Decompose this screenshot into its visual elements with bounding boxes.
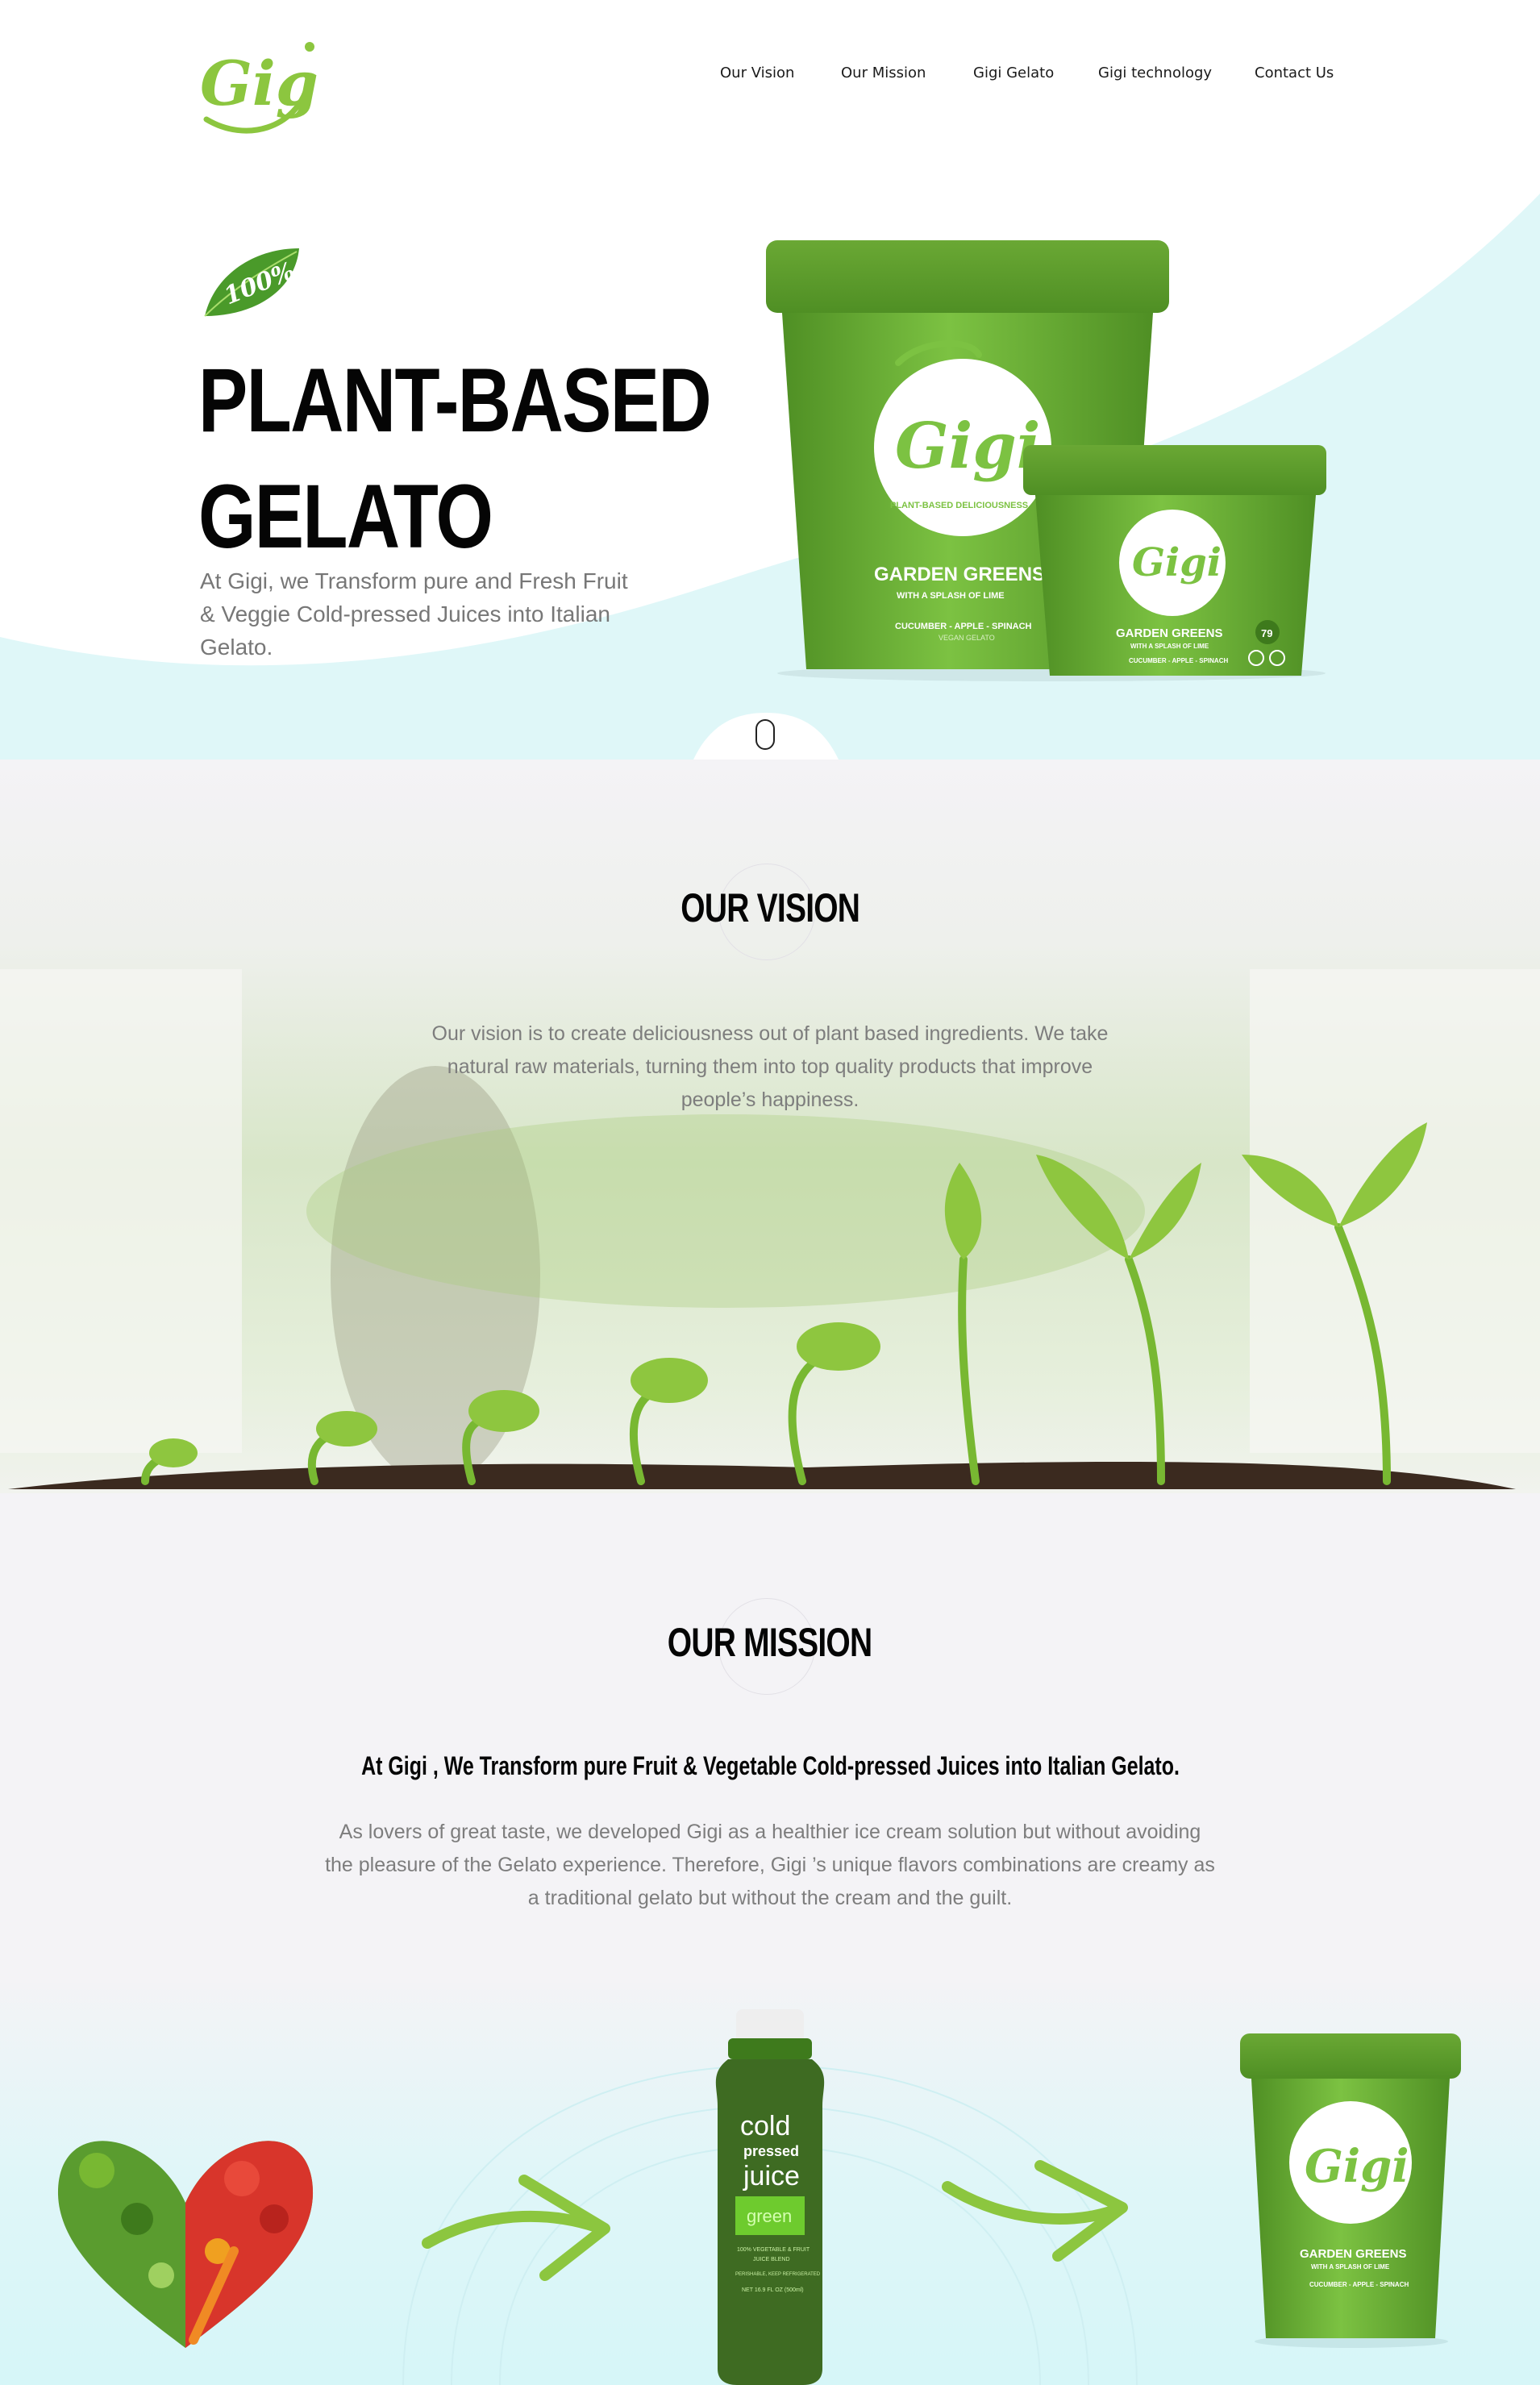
hero-title-line-2: GELATO — [198, 466, 493, 567]
hero-section: Gigi Our Vision Our Mission Gigi Gelato … — [0, 0, 1540, 760]
svg-text:CUCUMBER - APPLE - SPINACH: CUCUMBER - APPLE - SPINACH — [1129, 657, 1228, 664]
garden-greens-gelato-cup-image: Gigi GARDEN GREENS WITH A SPLASH OF LIME… — [1240, 2033, 1461, 2348]
nav-item-our-vision[interactable]: Our Vision — [720, 65, 794, 81]
hero-subtitle: At Gigi, we Transform pure and Fresh Fru… — [200, 568, 628, 660]
big-tub-lid — [766, 240, 1169, 313]
right-arrow-icon — [422, 2175, 610, 2281]
svg-text:100% VEGETABLE & FRUIT: 100% VEGETABLE & FRUIT — [737, 2247, 810, 2253]
svg-text:green: green — [747, 2206, 792, 2226]
hero-gelato-tubs-image: Gigi PLANT-BASED DELICIOUSNESS GARDEN GR… — [766, 240, 1326, 681]
hero-title-line-1: PLANT-BASED — [198, 350, 712, 451]
cold-pressed-juice-bottle-image: cold pressed juice green 100% VEGETABLE … — [715, 2009, 825, 2385]
leaf-100-badge-icon: 100% — [204, 248, 299, 317]
svg-text:WITH A SPLASH OF LIME: WITH A SPLASH OF LIME — [1311, 2263, 1390, 2271]
svg-text:Gigi: Gigi — [1305, 2140, 1409, 2193]
mission-title: OUR MISSION — [668, 1620, 872, 1665]
vision-title: OUR VISION — [681, 885, 860, 930]
svg-text:cold: cold — [740, 2111, 790, 2142]
hero-title: PLANT-BASED GELATO — [198, 343, 712, 575]
nav-item-our-mission[interactable]: Our Mission — [841, 65, 926, 81]
main-nav: Our Vision Our Mission Gigi Gelato Gigi … — [0, 65, 1540, 89]
juice-to-gelato-process-illustration: cold pressed juice green 100% VEGETABLE … — [57, 2009, 1461, 2385]
mission-section: OUR MISSION At Gigi , We Transform pure … — [0, 1493, 1540, 2385]
svg-text:CUCUMBER - APPLE - SPINACH: CUCUMBER - APPLE - SPINACH — [895, 622, 1032, 631]
svg-text:JUICE BLEND: JUICE BLEND — [753, 2257, 790, 2262]
vision-text: Our vision is to create deliciousness ou… — [431, 1022, 1109, 1111]
svg-text:GARDEN GREENS: GARDEN GREENS — [874, 564, 1045, 585]
svg-text:CUCUMBER - APPLE - SPINACH: CUCUMBER - APPLE - SPINACH — [1309, 2281, 1409, 2288]
svg-text:Gigi: Gigi — [1132, 540, 1222, 585]
svg-text:PERISHABLE, KEEP REFRIGERATED: PERISHABLE, KEEP REFRIGERATED — [735, 2272, 821, 2277]
svg-text:GARDEN GREENS: GARDEN GREENS — [1116, 626, 1223, 640]
nav-item-gigi-technology[interactable]: Gigi technology — [1098, 65, 1212, 81]
svg-text:NET 16.9 FL OZ (500ml): NET 16.9 FL OZ (500ml) — [742, 2287, 804, 2293]
nav-item-gigi-gelato[interactable]: Gigi Gelato — [973, 65, 1054, 81]
svg-text:VEGAN GELATO: VEGAN GELATO — [939, 634, 995, 642]
svg-text:pressed: pressed — [743, 2143, 799, 2159]
svg-text:Gigi: Gigi — [895, 410, 1040, 483]
svg-text:WITH A SPLASH OF LIME: WITH A SPLASH OF LIME — [1130, 643, 1209, 650]
svg-text:79: 79 — [1261, 627, 1272, 639]
mission-heading: At Gigi , We Transform pure Fruit & Vege… — [360, 1751, 1180, 1780]
vegetable-heart-image — [57, 2141, 314, 2348]
nav-item-contact-us[interactable]: Contact Us — [1255, 65, 1334, 81]
vision-section: OUR VISION Our vision is to create delic… — [0, 760, 1540, 1493]
svg-text:WITH A SPLASH OF LIME: WITH A SPLASH OF LIME — [897, 591, 1005, 601]
svg-text:GARDEN GREENS: GARDEN GREENS — [1300, 2247, 1407, 2261]
mouse-scroll-icon[interactable] — [755, 719, 775, 750]
mission-text: As lovers of great taste, we developed G… — [325, 1821, 1215, 1909]
svg-text:PLANT-BASED DELICIOUSNESS: PLANT-BASED DELICIOUSNESS — [890, 501, 1028, 510]
right-arrow-icon — [942, 2160, 1128, 2262]
svg-text:juice: juice — [743, 2161, 800, 2191]
